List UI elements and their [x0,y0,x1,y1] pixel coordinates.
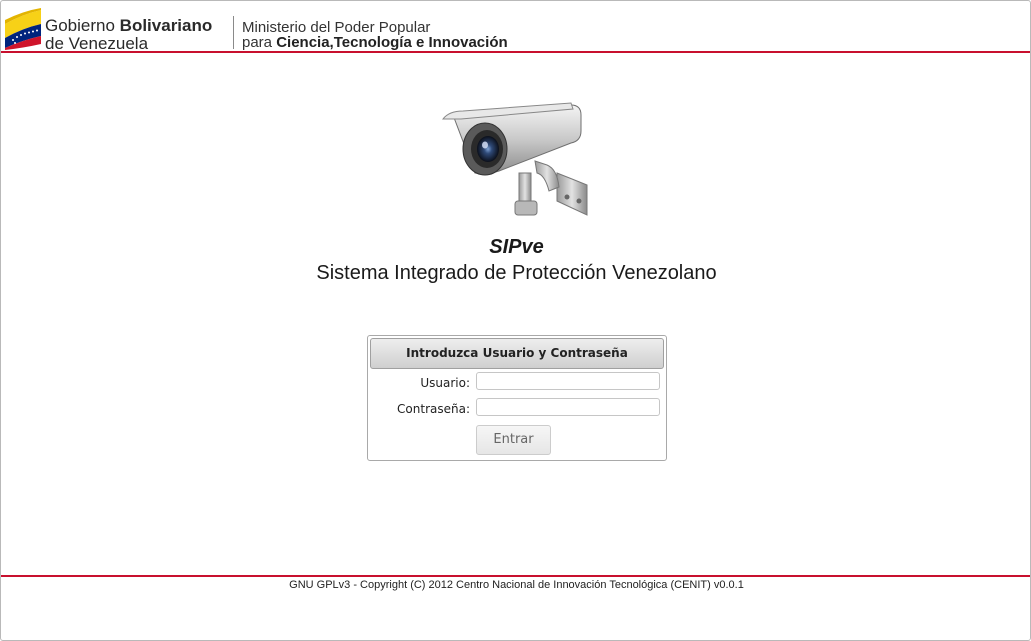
password-input[interactable] [476,398,660,416]
government-name: Gobierno Bolivariano [45,16,213,35]
security-camera-icon [441,102,588,216]
login-panel: Introduzca Usuario y Contraseña Usuario:… [367,335,667,461]
app-description: Sistema Integrado de Protección Venezola… [316,262,717,284]
header-rule [1,51,1030,53]
app-name: SIPve [489,236,544,258]
footer-copyright: GNU GPLv3 - Copyright (C) 2012 Centro Na… [289,579,744,591]
browser-page: Gobierno Bolivariano de Venezuela Minist… [0,0,1031,641]
submit-button[interactable]: Entrar [476,425,551,455]
login-panel-header: Introduzca Usuario y Contraseña [370,338,664,369]
footer-rule [1,575,1030,577]
page-header: Gobierno Bolivariano de Venezuela Minist… [1,1,1030,53]
ministry-line-2: para Ciencia,Tecnología e Innovación [242,34,508,51]
username-input[interactable] [476,372,660,390]
username-label: Usuario: [420,376,470,390]
header-divider [233,16,234,49]
venezuela-flag-icon [5,8,41,50]
password-label: Contraseña: [397,402,470,416]
